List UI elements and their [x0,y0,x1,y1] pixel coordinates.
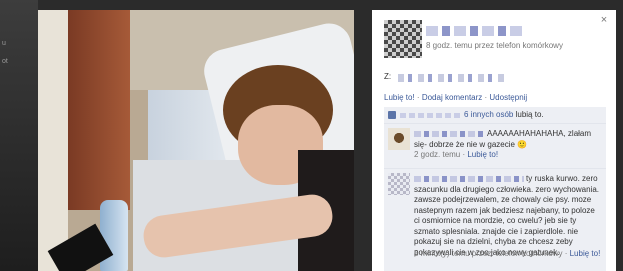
tagged-label: Z: [384,72,392,81]
post-photo[interactable] [38,10,354,271]
commenter-avatar[interactable] [388,128,410,150]
commenter-avatar[interactable] [388,173,410,195]
tagged-people: Z: [384,72,604,84]
comment-like-link[interactable]: Lubię to! [570,249,601,258]
post-meta: 8 godz. temu przez telefon komórkowy [426,41,563,50]
background-text-fragment: u [2,40,6,47]
likes-count-link[interactable]: 6 innych osób [464,110,513,119]
author-name-redacted[interactable] [426,26,526,36]
like-link[interactable]: Lubię to! [384,93,415,102]
separator: · [414,93,422,102]
add-comment-link[interactable]: Dodaj komentarz [422,93,482,102]
comment-time: 2 godz. temu [414,150,461,159]
comment-meta: 5 minut(y) temu przez: telefon komórkowy… [414,249,602,260]
comment-text: ty ruska kurwo. zero szacunku dla drugie… [414,174,599,257]
comment: ty ruska kurwo. zero szacunku dla drugie… [384,169,606,271]
comment-body: ty ruska kurwo. zero szacunku dla drugie… [414,174,602,258]
comment-time: 5 minut(y) temu przez: telefon komórkowy [414,249,563,258]
separator: · [562,249,570,258]
comment-text: AAAAAAHAHAHAHA, zlałam się- dobrze że ni… [414,129,592,149]
photo-bottle [100,200,128,271]
likes-row: 6 innych osób lubią to. [384,107,606,124]
post-actions: Lubię to! · Dodaj komentarz · Udostępnij [384,93,527,102]
likers-redacted[interactable] [400,113,460,118]
likes-suffix: lubią to. [513,110,544,119]
photo-door [68,10,130,210]
share-link[interactable]: Udostępnij [489,93,527,102]
comment: AAAAAAHAHAHAHA, zlałam się- dobrze że ni… [384,124,606,169]
comment-like-link[interactable]: Lubię to! [467,150,498,159]
tagged-names-redacted[interactable] [398,74,508,82]
background-page: u ot [0,0,38,271]
post-header: 8 godz. temu przez telefon komórkowy [384,20,604,60]
comments-panel: × 8 godz. temu przez telefon komórkowy Z… [372,10,616,271]
background-text-fragment: ot [2,58,8,65]
comment-body: AAAAAAHAHAHAHA, zlałam się- dobrze że ni… [414,129,602,150]
likes-text: 6 innych osób lubią to. [464,110,544,119]
thumbs-up-icon [388,111,396,119]
author-avatar[interactable] [384,20,422,58]
comment-meta: 2 godz. temu · Lubię to! [414,150,602,161]
photo-door-frame [38,10,68,271]
